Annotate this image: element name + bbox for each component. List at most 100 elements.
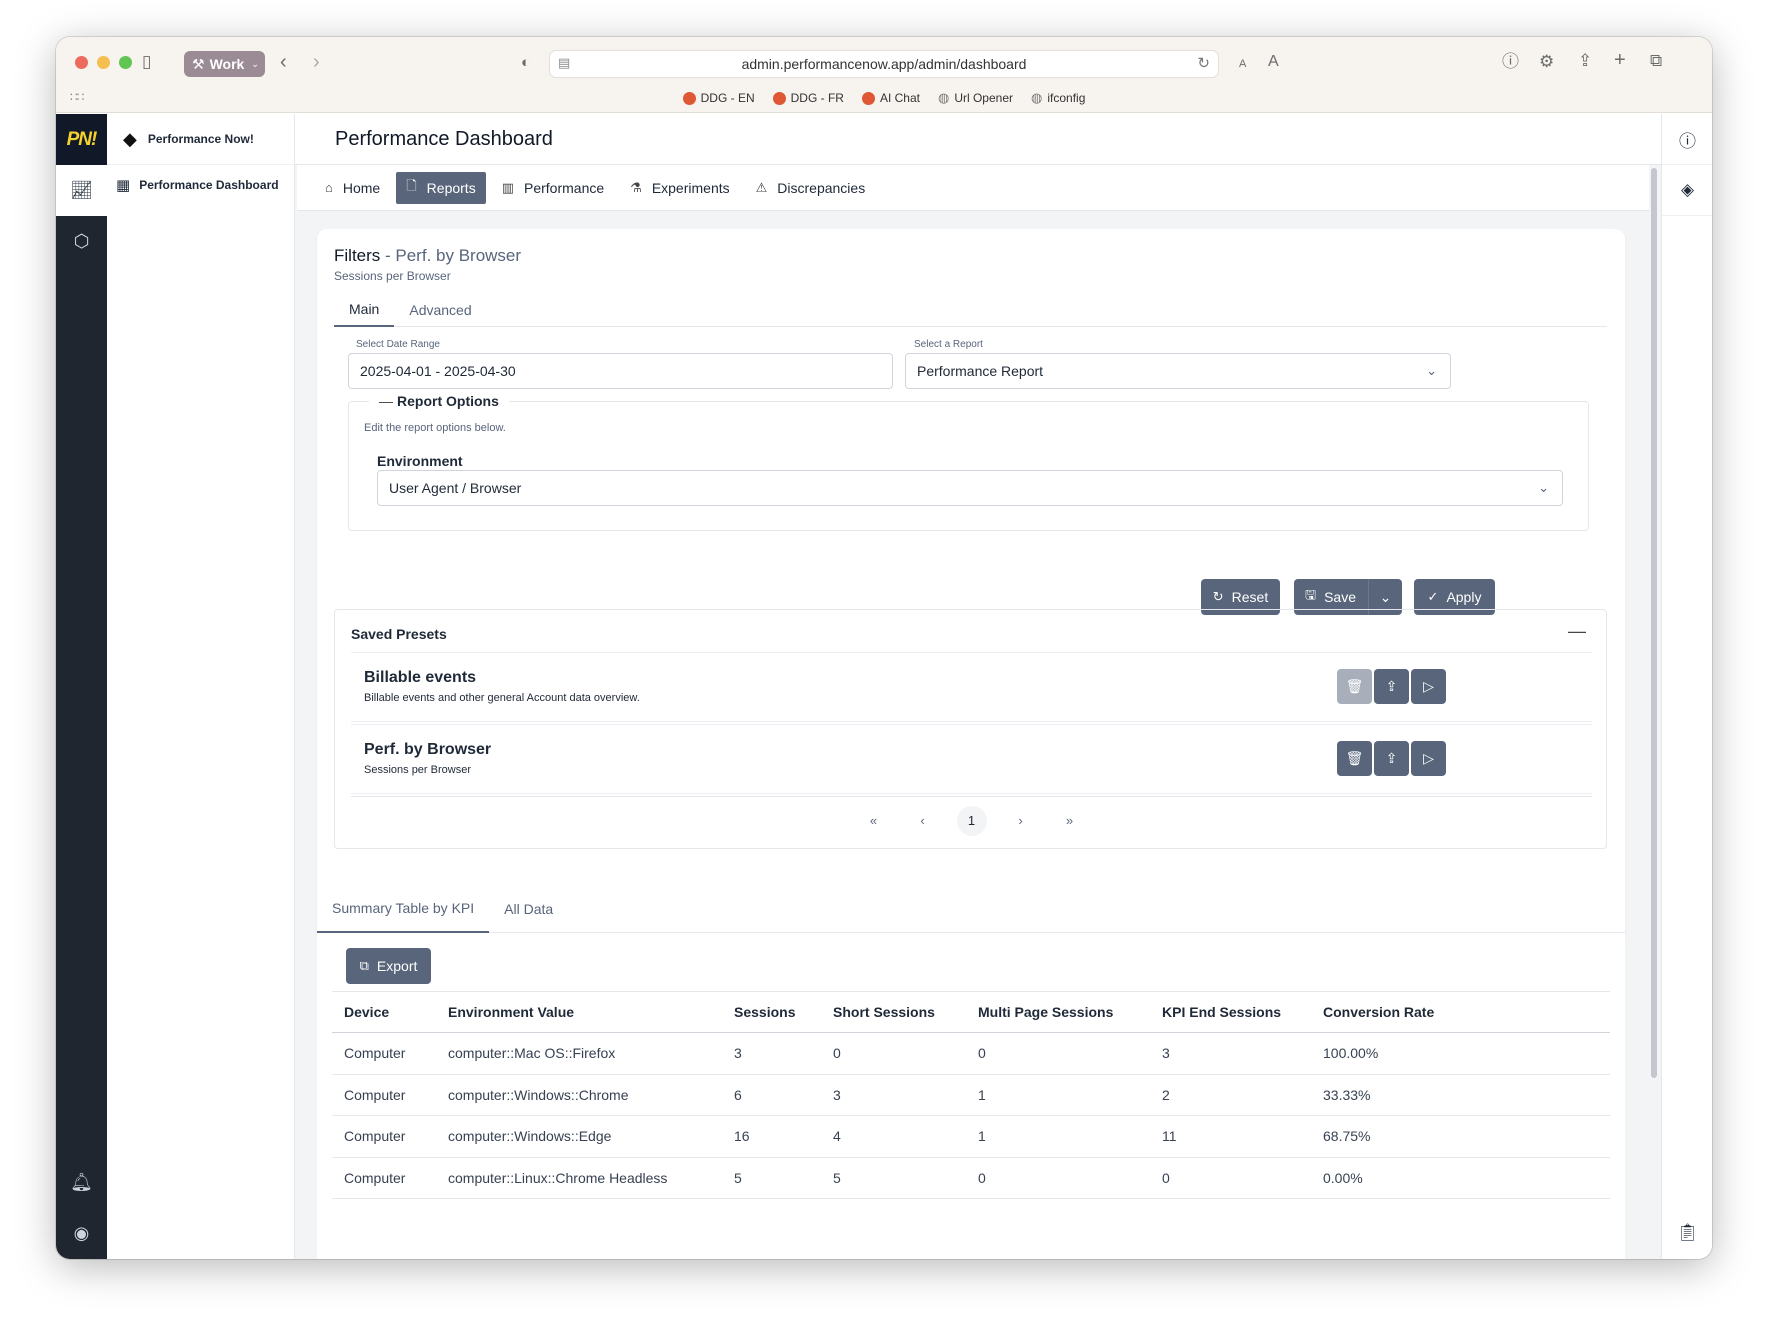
date-range-label: Select Date Range xyxy=(356,339,440,350)
new-tab-icon[interactable]: + xyxy=(1614,50,1626,70)
bookmark-ddg-en[interactable]: DDG - EN xyxy=(682,90,755,106)
info-icon[interactable]: ⓘ xyxy=(1502,52,1519,72)
date-range-input[interactable]: 2025-04-01 - 2025-04-30 xyxy=(348,353,893,389)
report-options-legend[interactable]: — Report Options xyxy=(369,393,509,409)
table-cell: 3 xyxy=(722,1032,821,1075)
page-scrollbar[interactable] xyxy=(1651,168,1657,1078)
close-window-button[interactable] xyxy=(75,56,88,69)
chevron-down-icon: ⌄ xyxy=(1426,363,1437,378)
share-preset-button[interactable]: ⇪ xyxy=(1374,669,1409,704)
tab-discrepancies[interactable]: ⚠ Discrepancies xyxy=(746,172,876,204)
tab-summary-table[interactable]: Summary Table by KPI xyxy=(317,885,490,933)
load-preset-button[interactable]: ▷ xyxy=(1411,741,1446,776)
page-number[interactable]: 1 xyxy=(956,805,987,836)
clipboard-button[interactable]: 📋︎ xyxy=(1662,1213,1712,1253)
column-header[interactable]: Sessions xyxy=(722,991,821,1033)
chart-line-icon: 📈︎ xyxy=(70,180,93,200)
preset-name: Billable events xyxy=(364,669,477,686)
legend-label: Report Options xyxy=(397,393,499,409)
export-button[interactable]: ⧉ Export xyxy=(346,948,431,984)
table-cell: computer::Windows::Chrome xyxy=(436,1074,722,1116)
tab-label: Discrepancies xyxy=(777,179,866,196)
share-icon[interactable]: ⇪ xyxy=(1578,51,1592,71)
share-preset-button[interactable]: ⇪ xyxy=(1374,741,1409,776)
layers-icon: ◈ xyxy=(1680,180,1695,199)
user-circle-icon: ◉ xyxy=(73,1223,90,1243)
report-select-value: Performance Report xyxy=(917,363,1044,379)
active-preset-name: Perf. by Browser xyxy=(395,246,522,265)
summary-card: Summary Table by KPI All Data ⧉ Export De… xyxy=(317,885,1625,1259)
clipboard-clock-icon: 📋︎ xyxy=(1676,1223,1699,1242)
minimize-window-button[interactable] xyxy=(97,56,110,69)
globe-icon: ◍ xyxy=(1031,90,1043,105)
home-icon: ⌂ xyxy=(325,180,333,195)
table-cell: 5 xyxy=(722,1157,821,1199)
column-header[interactable]: Conversion Rate xyxy=(1311,991,1610,1033)
reload-icon[interactable]: ↻ xyxy=(1197,54,1210,72)
saved-presets-title: Saved Presets xyxy=(351,626,447,642)
preset-item[interactable]: Billable events Billable events and othe… xyxy=(351,652,1592,722)
table-row: Computer computer::Mac OS::Firefox 3 0 0… xyxy=(332,1032,1610,1075)
rail-notifications-button[interactable]: 🔔︎ xyxy=(56,1157,107,1208)
rail-analytics-button[interactable]: 📈︎ xyxy=(56,165,107,216)
url-text: admin.performancenow.app/admin/dashboard xyxy=(741,56,1027,72)
bookmark-ifconfig[interactable]: ◍ ifconfig xyxy=(1031,90,1085,106)
environment-select[interactable]: User Agent / Browser ⌄ xyxy=(377,470,1563,506)
tab-reports[interactable]: 🗋︎ Reports xyxy=(396,171,486,204)
load-preset-button[interactable]: ▷ xyxy=(1411,669,1446,704)
forward-icon[interactable]: › xyxy=(313,52,320,72)
column-header[interactable]: Environment Value xyxy=(436,991,722,1033)
back-icon[interactable]: ‹ xyxy=(280,52,287,72)
next-page-icon[interactable]: › xyxy=(1006,806,1036,836)
report-select[interactable]: Performance Report ⌄ xyxy=(905,353,1451,389)
table-cell: Computer xyxy=(332,1115,436,1158)
app-logo[interactable]: PN! xyxy=(56,114,107,165)
filters-title: Filters - Perf. by Browser xyxy=(334,246,521,266)
column-header[interactable]: Multi Page Sessions xyxy=(966,991,1150,1033)
rail-packages-button[interactable]: ⬡ xyxy=(56,216,107,267)
tab-advanced[interactable]: Advanced xyxy=(394,293,486,327)
sidebar-toggle-icon[interactable]: ▯ xyxy=(142,52,151,72)
zoom-window-button[interactable] xyxy=(119,56,132,69)
report-options-help: Edit the report options below. xyxy=(364,422,506,434)
text-smaller-icon[interactable]: A xyxy=(1239,54,1246,74)
bookmark-ddg-fr[interactable]: DDG - FR xyxy=(772,90,844,106)
delete-preset-button[interactable]: 🗑︎ xyxy=(1337,741,1372,776)
first-page-icon[interactable]: « xyxy=(859,806,889,836)
tab-all-data[interactable]: All Data xyxy=(489,885,568,933)
table-row: Computer computer::Windows::Edge 16 4 1 … xyxy=(332,1115,1610,1158)
tab-experiments[interactable]: ⚗ Experiments xyxy=(620,172,739,204)
shield-icon[interactable]: ◐ xyxy=(521,53,530,73)
rail-account-button[interactable]: ◉ xyxy=(56,1208,107,1259)
bookmark-ai-chat[interactable]: AI Chat xyxy=(861,90,920,106)
last-page-icon[interactable]: » xyxy=(1055,806,1085,836)
gear-icon[interactable]: ⚙ xyxy=(1539,52,1554,72)
column-header[interactable]: KPI End Sessions xyxy=(1150,991,1311,1033)
filters-card: Filters - Perf. by Browser Sessions per … xyxy=(317,229,1625,944)
summary-table: Device Environment Value Sessions Short … xyxy=(332,991,1610,1199)
column-header[interactable]: Short Sessions xyxy=(821,991,966,1033)
prev-page-icon[interactable]: ‹ xyxy=(908,806,938,836)
sidebar-brand[interactable]: ◆ Performance Now! xyxy=(107,114,294,165)
text-larger-icon[interactable]: A xyxy=(1268,52,1279,72)
right-rail: ⓘ ◈ 📋︎ xyxy=(1661,114,1712,1259)
preset-description: Sessions per Browser xyxy=(364,764,471,776)
address-bar[interactable]: ▤ admin.performancenow.app/admin/dashboa… xyxy=(549,50,1219,78)
tab-performance[interactable]: ▥ Performance xyxy=(492,172,614,204)
site-settings-icon[interactable]: ▤ xyxy=(558,55,570,71)
minus-icon[interactable]: — xyxy=(1568,621,1586,642)
sidebar-item-performance-dashboard[interactable]: ▦ Performance Dashboard xyxy=(107,165,294,205)
profile-switcher[interactable]: ⚒ Work ⌄ xyxy=(184,51,265,77)
column-header[interactable]: Device xyxy=(332,991,436,1033)
preset-item[interactable]: Perf. by Browser Sessions per Browser 🗑︎… xyxy=(351,724,1592,794)
tab-main[interactable]: Main xyxy=(334,293,395,327)
preset-name: Perf. by Browser xyxy=(364,741,492,758)
tab-home[interactable]: ⌂ Home xyxy=(315,172,390,204)
bookmark-url-opener[interactable]: ◍ Url Opener xyxy=(938,90,1013,106)
layers-button[interactable]: ◈ xyxy=(1662,165,1712,216)
table-cell: 0.00% xyxy=(1311,1157,1610,1199)
info-button[interactable]: ⓘ xyxy=(1662,114,1712,165)
brand-name: Performance Now! xyxy=(147,132,254,146)
tab-overview-icon[interactable]: ⧉ xyxy=(1650,51,1662,71)
delete-preset-button[interactable]: 🗑︎ xyxy=(1337,669,1372,704)
